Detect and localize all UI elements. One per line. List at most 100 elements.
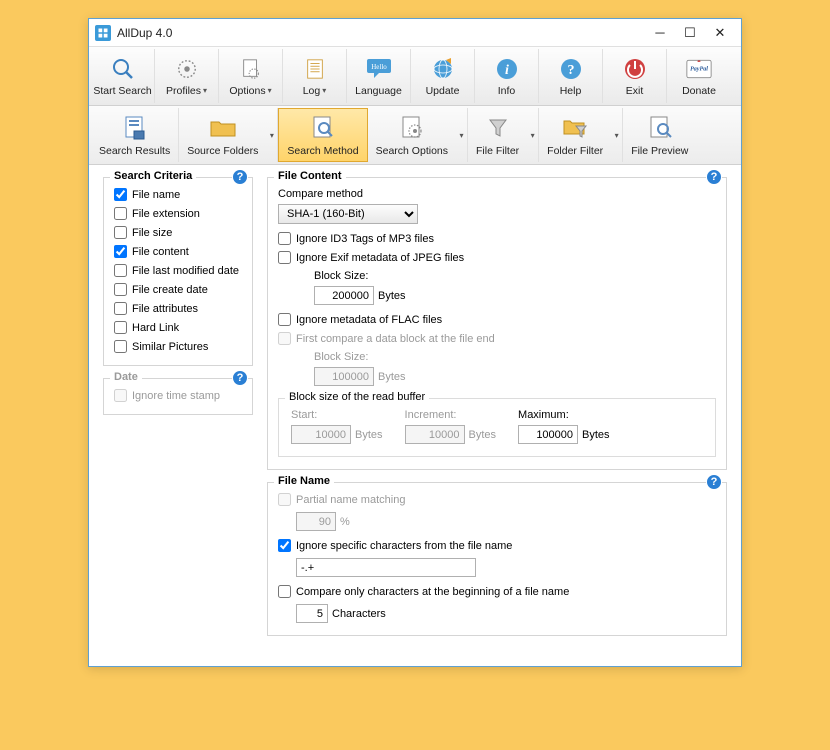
document-gear-icon	[238, 56, 264, 82]
ignore-exif[interactable]: Ignore Exif metadata of JPEG files	[278, 251, 716, 264]
help-icon[interactable]: ?	[706, 169, 722, 185]
file-preview-button[interactable]: File Preview	[623, 108, 696, 162]
criteria-filename[interactable]: File name	[114, 188, 242, 201]
partial-percent-input	[296, 512, 336, 531]
percent-unit: %	[340, 516, 350, 528]
info-icon: i	[494, 56, 520, 82]
window-title: AllDup 4.0	[117, 26, 645, 40]
ignore-flac[interactable]: Ignore metadata of FLAC files	[278, 313, 716, 326]
file-content-fieldset: File Content ? Compare method SHA-1 (160…	[267, 177, 727, 470]
file-filter-dropdown[interactable]: ▾	[527, 108, 539, 162]
chevron-down-icon: ▾	[268, 86, 272, 95]
ignore-chars[interactable]: Ignore specific characters from the file…	[278, 539, 716, 552]
chevron-down-icon: ▾	[322, 86, 326, 95]
block-size-label2: Block Size:	[314, 351, 716, 363]
profiles-button[interactable]: Profiles▾	[155, 49, 219, 103]
exit-icon	[622, 56, 648, 82]
svg-text:PayPal: PayPal	[690, 66, 708, 72]
right-column: File Content ? Compare method SHA-1 (160…	[267, 177, 727, 648]
first-compare: First compare a data block at the file e…	[278, 332, 716, 345]
compare-method-label: Compare method	[278, 188, 716, 200]
search-options-button[interactable]: Search Options	[368, 108, 456, 162]
criteria-content[interactable]: File content	[114, 245, 242, 258]
exit-button[interactable]: Exit	[603, 49, 667, 103]
help-icon[interactable]: ?	[706, 474, 722, 490]
app-icon	[95, 25, 111, 41]
criteria-hardlink[interactable]: Hard Link	[114, 321, 242, 334]
svg-text:Hello: Hello	[371, 63, 387, 71]
block-size-label: Block Size:	[314, 270, 716, 282]
folder-funnel-icon	[561, 114, 589, 142]
date-fieldset: Date ? Ignore time stamp	[103, 378, 253, 415]
language-button[interactable]: Hello Language	[347, 49, 411, 103]
document-save-icon	[121, 114, 149, 142]
document-preview-icon	[646, 114, 674, 142]
file-name-legend: File Name	[274, 475, 334, 487]
max-label: Maximum:	[518, 409, 610, 421]
magnifier-icon	[110, 56, 136, 82]
buffer-fieldset: Block size of the read buffer Start: Byt…	[278, 398, 716, 457]
file-name-fieldset: File Name ? Partial name matching % Igno…	[267, 482, 727, 636]
paypal-icon: PayPal	[686, 56, 712, 82]
ignore-chars-input[interactable]	[296, 558, 476, 577]
criteria-similar[interactable]: Similar Pictures	[114, 340, 242, 353]
date-legend: Date	[110, 371, 142, 383]
help-button[interactable]: ? Help	[539, 49, 603, 103]
criteria-extension[interactable]: File extension	[114, 207, 242, 220]
gear-icon	[174, 56, 200, 82]
criteria-size[interactable]: File size	[114, 226, 242, 239]
folder-filter-dropdown[interactable]: ▾	[611, 108, 623, 162]
chevron-down-icon: ▾	[203, 86, 207, 95]
start-search-button[interactable]: Start Search	[91, 49, 155, 103]
hello-icon: Hello	[366, 56, 392, 82]
maximize-button[interactable]: ☐	[675, 23, 705, 43]
update-button[interactable]: Update	[411, 49, 475, 103]
folder-filter-button[interactable]: Folder Filter	[539, 108, 611, 162]
bytes-unit: Bytes	[378, 290, 406, 302]
funnel-icon	[484, 114, 512, 142]
sub-toolbar: Search Results Source Folders ▾ Search M…	[89, 106, 741, 165]
folder-icon	[209, 114, 237, 142]
block-size-input[interactable]	[314, 286, 374, 305]
increment-input	[405, 425, 465, 444]
compare-begin-input[interactable]	[296, 604, 328, 623]
help-icon[interactable]: ?	[232, 370, 248, 386]
start-input	[291, 425, 351, 444]
info-button[interactable]: i Info	[475, 49, 539, 103]
minimize-button[interactable]: ─	[645, 23, 675, 43]
file-content-legend: File Content	[274, 170, 346, 182]
close-button[interactable]: ✕	[705, 23, 735, 43]
buffer-legend: Block size of the read buffer	[285, 391, 429, 403]
content-area: Search Criteria ? File name File extensi…	[89, 165, 741, 666]
search-method-button[interactable]: Search Method	[278, 108, 367, 162]
document-gear-icon	[398, 114, 426, 142]
criteria-attributes[interactable]: File attributes	[114, 302, 242, 315]
search-criteria-fieldset: Search Criteria ? File name File extensi…	[103, 177, 253, 366]
compare-method-select[interactable]: SHA-1 (160-Bit)	[278, 204, 418, 224]
ignore-id3[interactable]: Ignore ID3 Tags of MP3 files	[278, 232, 716, 245]
document-magnifier-icon	[309, 114, 337, 142]
search-results-button[interactable]: Search Results	[91, 108, 179, 162]
bytes-unit: Bytes	[378, 371, 406, 383]
globe-icon	[430, 56, 456, 82]
help-icon[interactable]: ?	[232, 169, 248, 185]
source-folders-dropdown[interactable]: ▾	[266, 108, 278, 162]
criteria-modified[interactable]: File last modified date	[114, 264, 242, 277]
log-icon	[302, 56, 328, 82]
ignore-timestamp: Ignore time stamp	[114, 389, 242, 402]
main-toolbar: Start Search Profiles▾ Options▾ Log▾ Hel…	[89, 47, 741, 106]
options-button[interactable]: Options▾	[219, 49, 283, 103]
svg-text:?: ?	[567, 63, 574, 78]
max-input[interactable]	[518, 425, 578, 444]
svg-text:i: i	[505, 63, 509, 78]
log-button[interactable]: Log▾	[283, 49, 347, 103]
file-filter-button[interactable]: File Filter	[468, 108, 527, 162]
compare-begin[interactable]: Compare only characters at the beginning…	[278, 585, 716, 598]
source-folders-button[interactable]: Source Folders	[179, 108, 266, 162]
characters-unit: Characters	[332, 608, 386, 620]
search-options-dropdown[interactable]: ▾	[456, 108, 468, 162]
left-column: Search Criteria ? File name File extensi…	[103, 177, 253, 648]
donate-button[interactable]: PayPal Donate	[667, 49, 731, 103]
start-label: Start:	[291, 409, 383, 421]
criteria-created[interactable]: File create date	[114, 283, 242, 296]
